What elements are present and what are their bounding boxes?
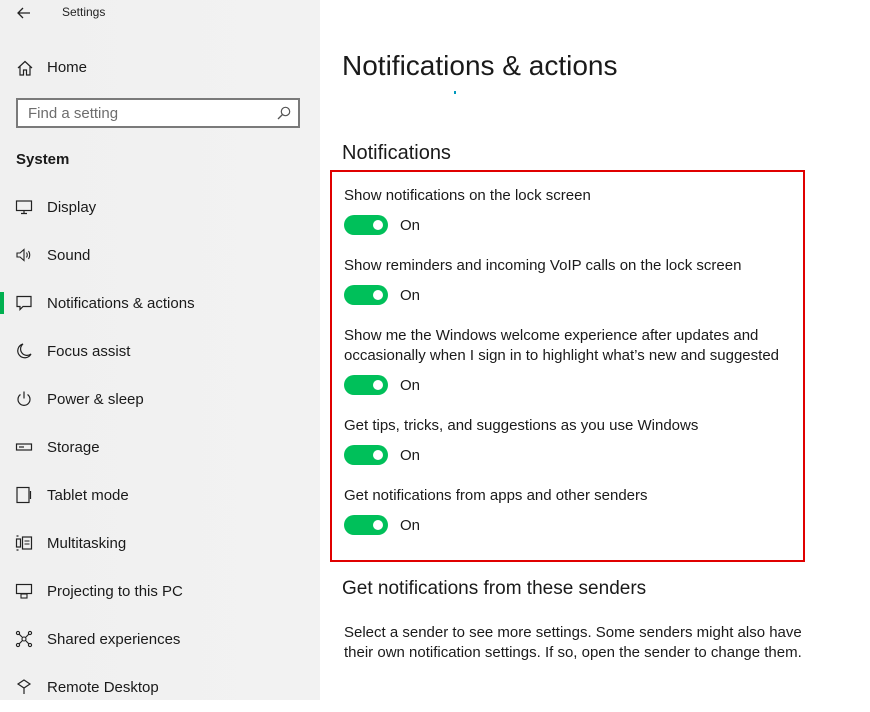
sidebar-item-label: Storage [47,439,100,456]
sidebar-item-label: Multitasking [47,535,127,552]
toggle-row: On [344,515,420,535]
sidebar-item-focus-assist[interactable]: Focus assist [0,328,320,376]
toggle-row: On [344,375,420,395]
decorative-mark [454,91,456,94]
tips-suggestions-toggle[interactable] [344,445,388,465]
senders-description: Select a sender to see more settings. So… [344,624,802,661]
toggle-knob [373,220,383,230]
moon-icon [17,343,32,359]
reminders-voip-toggle[interactable] [344,285,388,305]
multitasking-icon [15,535,33,551]
title-bar: Settings [0,0,320,28]
monitor-icon [15,200,33,215]
sidebar-item-label: Focus assist [47,343,131,360]
sidebar-item-storage[interactable]: Storage [0,424,320,472]
speaker-icon [16,248,31,262]
sidebar-item-projecting[interactable]: Projecting to this PC [0,568,320,616]
toggle-state: On [400,516,421,534]
senders-heading: Get notifications from these senders [342,578,647,599]
setting-app-notifications: Get notifications from apps and other se… [344,486,794,506]
home-icon [17,60,33,76]
toggle-knob [373,520,383,530]
sidebar-item-label: Notifications & actions [47,295,195,312]
setting-label: Show reminders and incoming VoIP calls o… [344,257,742,274]
toggle-row: On [344,445,420,465]
active-indicator [0,292,4,314]
sidebar-item-display[interactable]: Display [0,184,320,232]
toggle-state: On [400,286,421,304]
section-title-system: System [16,151,70,168]
sidebar-item-power-sleep[interactable]: Power & sleep [0,376,320,424]
sidebar-item-remote-desktop[interactable]: Remote Desktop [0,664,320,712]
app-notifications-toggle[interactable] [344,515,388,535]
power-icon [17,391,31,406]
back-button[interactable] [10,2,38,24]
sidebar-item-label: Projecting to this PC [47,583,183,600]
search-box[interactable] [16,98,300,128]
notification-icon [16,295,32,311]
sidebar-item-multitasking[interactable]: Multitasking [0,520,320,568]
notifications-heading: Notifications [342,142,451,164]
setting-welcome-experience: Show me the Windows welcome experience a… [344,326,794,366]
setting-label: Get notifications from apps and other se… [344,487,648,504]
home-label: Home [47,59,88,76]
sidebar-item-label: Sound [47,247,91,264]
toggle-row: On [344,215,420,235]
back-arrow-icon [17,7,30,19]
toggle-knob [373,290,383,300]
setting-lock-screen-notifications: Show notifications on the lock screen [344,186,794,206]
shared-icon [15,630,33,648]
tablet-icon [16,486,32,504]
setting-label: Show me the Windows welcome experience a… [344,327,779,364]
storage-icon [15,443,33,451]
setting-label: Get tips, tricks, and suggestions as you… [344,417,699,434]
setting-label: Show notifications on the lock screen [344,187,591,204]
toggle-state: On [400,446,421,464]
sidebar-item-label: Power & sleep [47,391,144,408]
sidebar-item-label: Tablet mode [47,487,129,504]
page-title: Notifications & actions [342,50,618,81]
main-content: Notifications & actions Notifications Sh… [320,0,870,700]
sidebar-item-label: Display [47,199,97,216]
remote-desktop-icon [16,679,32,694]
setting-reminders-voip: Show reminders and incoming VoIP calls o… [344,256,794,276]
lock-screen-notifications-toggle[interactable] [344,215,388,235]
toggle-knob [373,380,383,390]
toggle-row: On [344,285,420,305]
projecting-icon [15,583,33,599]
sidebar-item-tablet-mode[interactable]: Tablet mode [0,472,320,520]
toggle-state: On [400,216,421,234]
toggle-state: On [400,376,421,394]
sidebar-item-shared-experiences[interactable]: Shared experiences [0,616,320,664]
welcome-experience-toggle[interactable] [344,375,388,395]
sidebar-item-home[interactable]: Home [0,52,320,84]
sidebar: Settings Home System Display Sound [0,0,320,700]
sidebar-nav: Display Sound Notifications & actions Fo… [0,184,320,712]
sidebar-item-notifications[interactable]: Notifications & actions [0,280,320,328]
app-title: Settings [62,5,106,19]
toggle-knob [373,450,383,460]
sidebar-item-label: Shared experiences [47,631,181,648]
sidebar-item-sound[interactable]: Sound [0,232,320,280]
search-icon[interactable] [276,105,292,121]
sidebar-item-label: Remote Desktop [47,679,159,696]
setting-tips-suggestions: Get tips, tricks, and suggestions as you… [344,416,794,436]
search-input[interactable] [18,100,268,126]
